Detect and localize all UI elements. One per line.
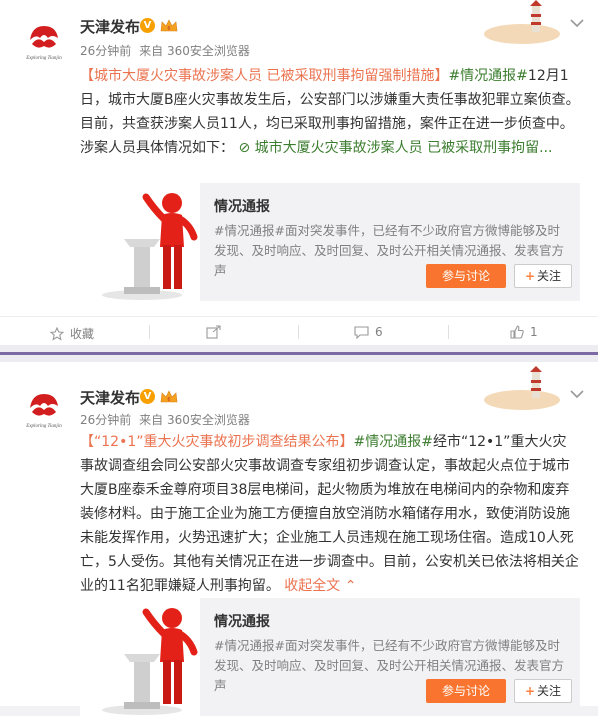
topic-tag[interactable]: #情况通报#	[448, 68, 527, 84]
chevron-down-icon[interactable]	[570, 18, 584, 28]
like-icon	[510, 325, 524, 339]
author-name[interactable]: 天津发布	[80, 16, 140, 37]
like-button[interactable]: 1	[510, 325, 538, 339]
comment-icon	[354, 326, 369, 339]
avatar[interactable]: Exploring Tianjin	[18, 14, 70, 66]
source-prefix: 来自	[139, 44, 164, 58]
plus-icon: +	[524, 684, 536, 698]
verified-badge-icon: V	[140, 18, 155, 33]
source-app[interactable]: 360安全浏览器	[167, 44, 250, 58]
card-title[interactable]: 情况通报	[214, 196, 270, 216]
plus-icon: +	[524, 269, 536, 283]
source-app[interactable]: 360安全浏览器	[167, 413, 250, 427]
post-time[interactable]: 26分钟前	[80, 413, 131, 427]
weibo-post: Exploring Tianjin 天津发布 V 6 26分钟前 来自 360安…	[0, 0, 598, 345]
follow-button[interactable]: + 关注	[514, 264, 572, 288]
discuss-button[interactable]: 参与讨论	[426, 264, 506, 288]
svg-text:6: 6	[167, 397, 170, 403]
collapse-link[interactable]: 收起全文	[284, 578, 340, 594]
topic-card[interactable]: 情况通报 #情况通报#面对突发事件，已经有不少政府官方微博能够及时发现、及时响应…	[80, 183, 580, 301]
comment-count: 6	[375, 325, 383, 339]
post-time[interactable]: 26分钟前	[80, 44, 131, 58]
podium-figure-image	[80, 183, 200, 301]
author-name[interactable]: 天津发布	[80, 387, 140, 408]
podium-figure-image	[80, 598, 200, 716]
topic-tag[interactable]: #情况通报#	[353, 434, 432, 450]
lighthouse-deco	[484, 366, 560, 410]
avatar[interactable]: Exploring Tianjin	[18, 382, 70, 434]
repost-button[interactable]	[206, 325, 227, 339]
headline-link[interactable]: 【“12•1”重大火灾事故初步调查结果公布】	[80, 434, 353, 450]
logo-avatar: Exploring Tianjin	[24, 386, 64, 429]
favorite-button[interactable]: 收藏	[50, 325, 94, 342]
favorite-icon	[50, 326, 64, 341]
topic-card[interactable]: 情况通报 #情况通报#面对突发事件，已经有不少政府官方微博能够及时发现、及时响应…	[80, 598, 580, 716]
comment-button[interactable]: 6	[354, 325, 383, 339]
post-text: 【“12•1”重大火灾事故初步调查结果公布】#情况通报#经市“12•1”重大火灾…	[80, 430, 580, 598]
post-divider	[0, 345, 598, 362]
weibo-post: Exploring Tianjin 天津发布 V 6 26分钟前 来自 360安…	[0, 362, 598, 716]
crown-icon: 6	[160, 19, 178, 32]
post-text: 【城市大厦火灾事故涉案人员 已被采取刑事拘留强制措施】#情况通报#12月1日，城…	[80, 64, 580, 160]
follow-label: 关注	[537, 269, 562, 283]
card-title[interactable]: 情况通报	[214, 611, 270, 631]
action-divider	[298, 325, 299, 339]
action-bar: 收藏 6 1	[0, 316, 598, 345]
chevron-down-icon[interactable]	[570, 389, 584, 399]
crown-icon: 6	[160, 390, 178, 403]
logo-avatar: Exploring Tianjin	[24, 18, 64, 61]
follow-button[interactable]: + 关注	[514, 679, 572, 703]
verified-badge-icon: V	[140, 389, 155, 404]
action-divider	[448, 325, 449, 339]
svg-text:Exploring Tianjin: Exploring Tianjin	[25, 424, 62, 429]
action-divider	[149, 325, 150, 339]
favorite-label: 收藏	[70, 327, 95, 341]
follow-label: 关注	[537, 684, 562, 698]
headline-link[interactable]: 【城市大厦火灾事故涉案人员 已被采取刑事拘留强制措施】	[80, 68, 448, 84]
post-meta: 26分钟前 来自 360安全浏览器	[80, 411, 250, 428]
svg-text:6: 6	[167, 26, 170, 32]
source-prefix: 来自	[139, 413, 164, 427]
like-count: 1	[530, 325, 538, 339]
svg-text:Exploring Tianjin: Exploring Tianjin	[25, 56, 62, 61]
link-icon: ⊘	[234, 140, 255, 156]
repost-icon	[206, 325, 221, 339]
lighthouse-deco	[484, 0, 560, 44]
post-meta: 26分钟前 来自 360安全浏览器	[80, 42, 250, 59]
post-body: 经市“12•1”重大火灾事故调查组会同公安部火灾事故调查专家组初步调查认定，事故…	[80, 434, 579, 594]
discuss-button[interactable]: 参与讨论	[426, 679, 506, 703]
chevron-up-icon[interactable]: ⌃	[340, 578, 357, 594]
article-link[interactable]: 城市大厦火灾事故涉案人员 已被采取刑事拘留...	[255, 140, 553, 156]
